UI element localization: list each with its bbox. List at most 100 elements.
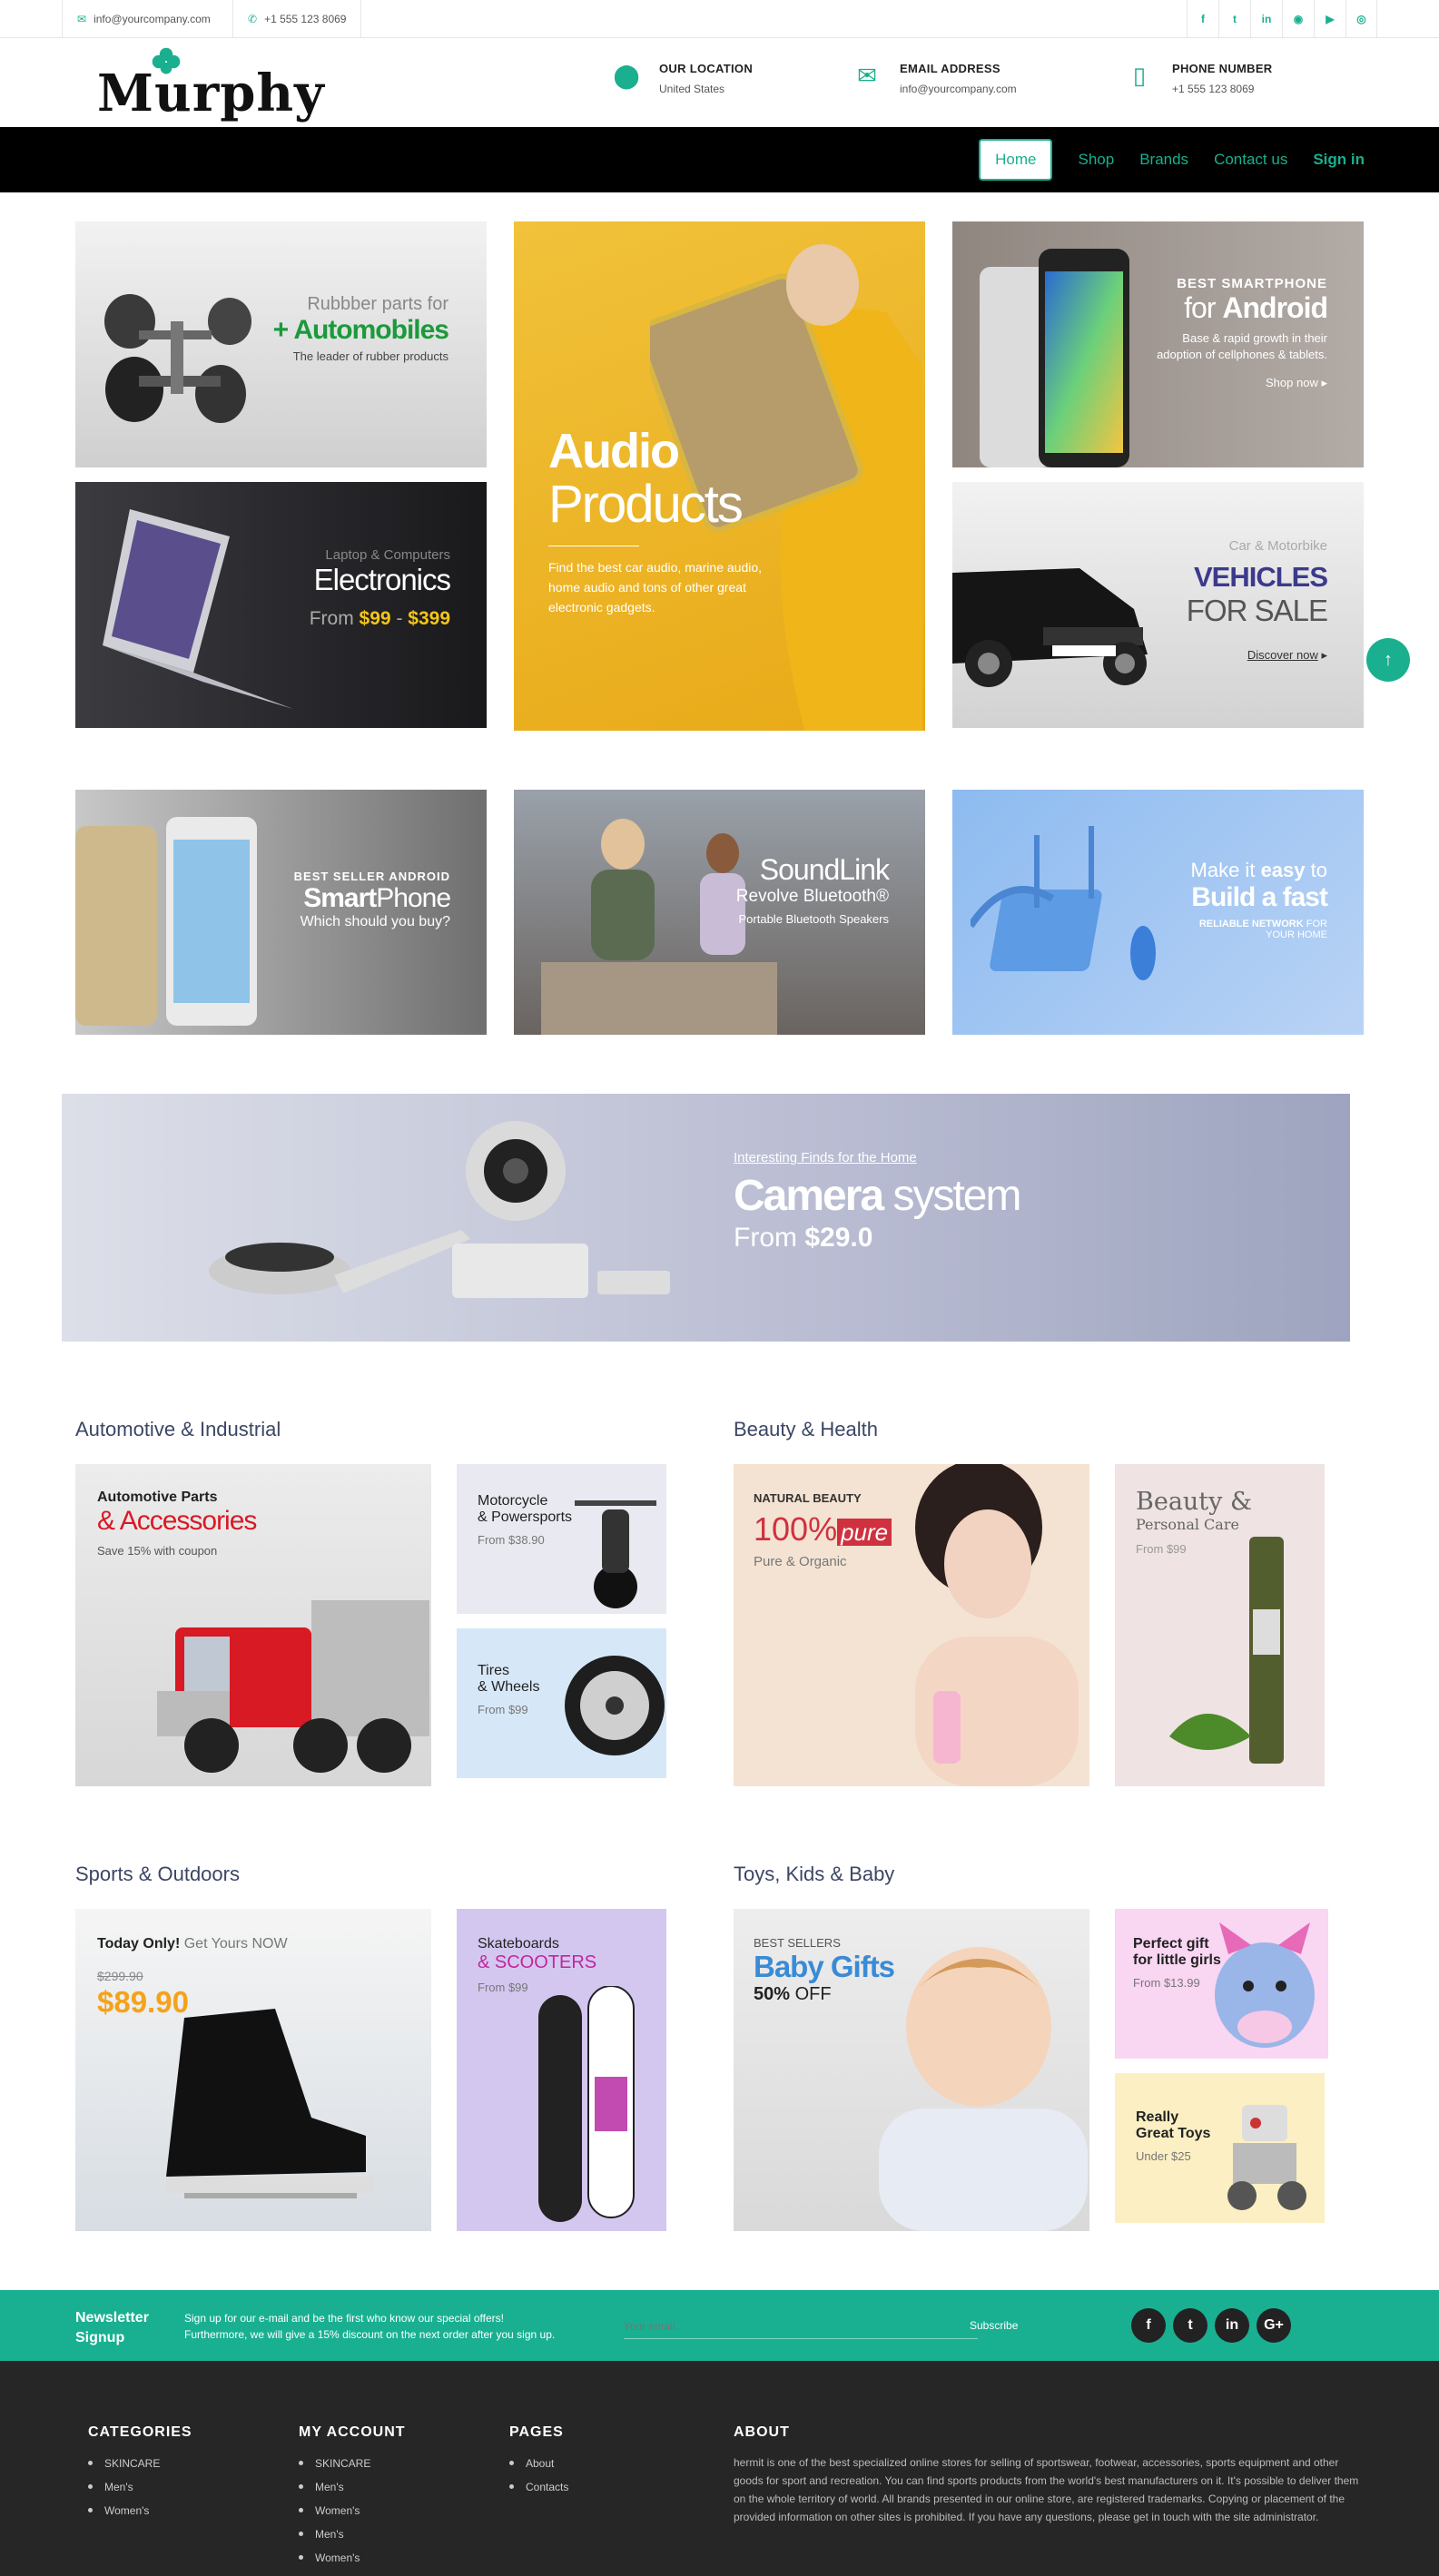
nav-contact[interactable]: Contact us bbox=[1214, 151, 1287, 169]
nav-shop[interactable]: Shop bbox=[1078, 151, 1114, 169]
promo-baby-gifts[interactable]: BEST SELLERS Baby Gifts 50% OFF bbox=[734, 1909, 1089, 2231]
footer-link[interactable]: Women's bbox=[299, 2551, 406, 2564]
promo-great-toys[interactable]: Really Great Toys Under $25 bbox=[1115, 2073, 1325, 2223]
facebook-icon[interactable]: f bbox=[1131, 2308, 1166, 2343]
banner-network-for: FOR bbox=[1306, 919, 1327, 929]
moto-line1: Motorcycle bbox=[478, 1493, 548, 1509]
tires-line1: Tires bbox=[478, 1663, 509, 1678]
footer-link[interactable]: About bbox=[509, 2457, 568, 2470]
promo-motorcycle[interactable]: Motorcycle & Powersports From $38.90 bbox=[457, 1464, 666, 1614]
subscribe-button[interactable]: Subscribe bbox=[970, 2319, 1018, 2332]
newsletter-email-input[interactable] bbox=[624, 2314, 978, 2339]
promo-personal-care[interactable]: Beauty & Personal Care From $99 bbox=[1115, 1464, 1325, 1786]
banner-auto-line1: Rubbber parts for bbox=[307, 294, 448, 314]
promo-natural-beauty[interactable]: NATURAL BEAUTY 100% pure Pure & Organic bbox=[734, 1464, 1089, 1786]
banner-android[interactable]: BEST SMARTPHONE for Android Base & rapid… bbox=[952, 221, 1364, 467]
skateboards-line2: & SCOOTERS bbox=[478, 1952, 597, 1972]
promo-skateboards[interactable]: Skateboards & SCOOTERS From $99 bbox=[457, 1909, 666, 2231]
youtube-icon[interactable]: ▶ bbox=[1314, 0, 1345, 38]
linkedin-icon[interactable]: in bbox=[1250, 0, 1282, 38]
banner-network[interactable]: Make it easy to Build a fast RELIABLE NE… bbox=[952, 790, 1364, 1035]
banner-soundlink-desc: Portable Bluetooth Speakers bbox=[738, 912, 890, 926]
motorcycle-image bbox=[575, 1500, 656, 1608]
banner-vehicles-subtitle: FOR SALE bbox=[1186, 594, 1328, 627]
promo-today-only[interactable]: Today Only! Get Yours NOW $299.90 $89.90 bbox=[75, 1909, 431, 2231]
top-phone[interactable]: ✆ +1 555 123 8069 bbox=[232, 0, 362, 38]
promo-tires[interactable]: Tires & Wheels From $99 bbox=[457, 1628, 666, 1778]
banner-camera[interactable]: Interesting Finds for the Home Camera sy… bbox=[62, 1094, 1350, 1342]
banner-audio-desc: Find the best car audio, marine audio, h… bbox=[548, 560, 763, 615]
banner-audio[interactable]: Audio Products Find the best car audio, … bbox=[514, 221, 925, 731]
footer-link[interactable]: Men's bbox=[299, 2481, 406, 2493]
footer-about: ABOUT hermit is one of the best speciali… bbox=[734, 2424, 1369, 2526]
beauty-desc: Pure & Organic bbox=[754, 1554, 847, 1569]
email-value[interactable]: info@yourcompany.com bbox=[900, 83, 1017, 95]
section-title-toys: Toys, Kids & Baby bbox=[734, 1863, 895, 1885]
laptop-image bbox=[103, 509, 293, 709]
top-social-links: f t in ◉ ▶ ◎ bbox=[1187, 0, 1377, 38]
twitter-icon[interactable]: t bbox=[1218, 0, 1250, 38]
banner-auto-desc: The leader of rubber products bbox=[292, 349, 448, 363]
banner-camera-line1: Interesting Finds for the Home bbox=[734, 1150, 917, 1165]
footer-categories-title: CATEGORIES bbox=[88, 2424, 192, 2440]
phone-icon: ✆ bbox=[248, 13, 258, 25]
banner-android-title: Android bbox=[1222, 291, 1328, 324]
footer-link[interactable]: Women's bbox=[299, 2504, 406, 2517]
section-title-automotive: Automotive & Industrial bbox=[75, 1418, 281, 1440]
linkedin-icon[interactable]: in bbox=[1215, 2308, 1249, 2343]
shop-now-link[interactable]: Shop now bbox=[1266, 376, 1318, 389]
nav-brands[interactable]: Brands bbox=[1139, 151, 1188, 169]
nav-home[interactable]: Home bbox=[979, 139, 1053, 181]
instagram-icon[interactable]: ◎ bbox=[1345, 0, 1377, 38]
footer-link[interactable]: Men's bbox=[88, 2481, 192, 2493]
back-to-top-button[interactable]: ↑ bbox=[1366, 638, 1410, 682]
newsletter-bar: Newsletter Signup Sign up for our e-mail… bbox=[0, 2290, 1439, 2361]
moto-line2: & Powersports bbox=[478, 1509, 573, 1525]
banner-network-home: YOUR HOME bbox=[1266, 929, 1327, 940]
phone-value[interactable]: +1 555 123 8069 bbox=[1172, 83, 1273, 95]
woman-portrait-image bbox=[915, 1464, 1079, 1786]
banner-smartphone-phone: Phone bbox=[376, 883, 451, 913]
great-toys-price: Under $25 bbox=[1136, 2149, 1191, 2163]
footer-link[interactable]: SKINCARE bbox=[299, 2457, 406, 2470]
nav-signin[interactable]: Sign in bbox=[1313, 151, 1365, 169]
footer-link[interactable]: Contacts bbox=[509, 2481, 568, 2493]
promo-perfect-gift[interactable]: Perfect gift for little girls From $13.9… bbox=[1115, 1909, 1328, 2059]
discover-now-link[interactable]: Discover now bbox=[1247, 648, 1318, 662]
top-email[interactable]: ✉ info@yourcompany.com bbox=[62, 0, 225, 38]
moto-price: From $38.90 bbox=[478, 1533, 545, 1547]
banner-camera-subtitle: system bbox=[892, 1172, 1021, 1220]
footer-link[interactable]: Women's bbox=[88, 2504, 192, 2517]
footer-link[interactable]: SKINCARE bbox=[88, 2457, 192, 2470]
banner-vehicles[interactable]: Car & Motorbike VEHICLES FOR SALE Discov… bbox=[952, 482, 1364, 728]
facebook-icon[interactable]: f bbox=[1187, 0, 1218, 38]
banner-electronics-line1: Laptop & Computers bbox=[325, 547, 450, 563]
banner-soundlink[interactable]: SoundLink Revolve Bluetooth® Portable Bl… bbox=[514, 790, 925, 1035]
footer-pages: PAGES About Contacts bbox=[509, 2424, 568, 2504]
mobile-phone-icon: ▯ bbox=[1132, 62, 1147, 89]
footer-about-title: ABOUT bbox=[734, 2424, 790, 2440]
auto-parts-title: & Accessories bbox=[97, 1506, 257, 1536]
footer-categories: CATEGORIES SKINCARE Men's Women's bbox=[88, 2424, 192, 2528]
banner-smartphone-line1: BEST SELLER ANDROID bbox=[293, 870, 450, 883]
newsletter-desc1: Sign up for our e-mail and be the first … bbox=[184, 2312, 504, 2325]
footer-link[interactable]: Men's bbox=[299, 2528, 406, 2541]
google-plus-icon[interactable]: G+ bbox=[1257, 2308, 1291, 2343]
section-title-sports: Sports & Outdoors bbox=[75, 1863, 240, 1885]
beauty-line1: NATURAL BEAUTY bbox=[754, 1491, 862, 1505]
site-logo[interactable]: Murphy bbox=[97, 64, 325, 123]
banner-electronics[interactable]: Laptop & Computers Electronics From $99 … bbox=[75, 482, 487, 728]
promo-automotive-parts[interactable]: Automotive Parts & Accessories Save 15% … bbox=[75, 1464, 431, 1786]
banner-soundlink-title: SoundLink bbox=[759, 853, 890, 886]
banner-automobiles[interactable]: Rubbber parts for + Automobiles The lead… bbox=[75, 221, 487, 467]
beauty-100: 100% bbox=[754, 1510, 838, 1548]
rss-icon[interactable]: ◉ bbox=[1282, 0, 1314, 38]
banner-vehicles-title: VEHICLES bbox=[1193, 561, 1328, 593]
banner-smartphone[interactable]: BEST SELLER ANDROID SmartPhone Which sho… bbox=[75, 790, 487, 1035]
twitter-icon[interactable]: t bbox=[1173, 2308, 1207, 2343]
banner-auto-title: + Automobiles bbox=[272, 315, 449, 345]
location-info: ⬤ OUR LOCATION United States bbox=[608, 62, 753, 95]
location-title: OUR LOCATION bbox=[659, 62, 754, 75]
tire-wheel-image bbox=[565, 1656, 665, 1755]
auto-parts-line1: Automotive Parts bbox=[97, 1490, 218, 1505]
